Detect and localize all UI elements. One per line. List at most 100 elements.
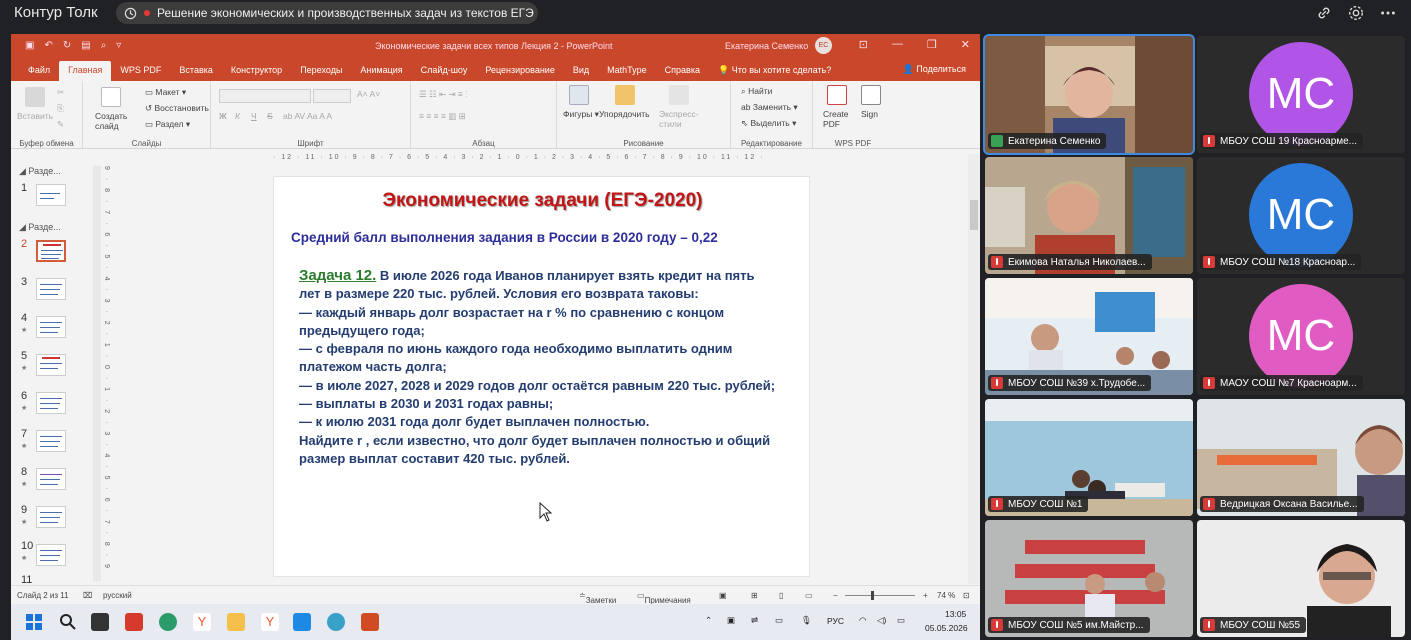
signed-in-user[interactable]: Екатерина Семенко — [725, 41, 808, 51]
tab-slideshow[interactable]: Слайд-шоу — [412, 61, 477, 81]
yandex-icon[interactable]: Y — [261, 613, 279, 631]
tab-design[interactable]: Конструктор — [222, 61, 291, 81]
edge-browser-icon[interactable] — [159, 613, 177, 631]
arrange-icon[interactable] — [615, 85, 635, 105]
restore-icon[interactable]: ❐ — [927, 38, 937, 51]
new-slide-button[interactable]: Создать слайд — [95, 111, 131, 131]
file-explorer-icon[interactable] — [227, 613, 245, 631]
comments-button[interactable]: ▭ Примечания — [637, 591, 691, 604]
sorter-view-icon[interactable]: ⊞ — [751, 591, 758, 600]
sign-button[interactable]: Sign — [861, 109, 878, 119]
participant-tile[interactable]: МБОУ СОШ №1 — [985, 399, 1193, 516]
preview-icon[interactable]: ⌕ — [101, 40, 107, 51]
user-avatar[interactable]: ЕС — [815, 37, 832, 54]
strike-button[interactable]: S — [267, 111, 273, 121]
powerpoint-app-icon[interactable] — [361, 613, 379, 631]
slide-thumbnail-1[interactable] — [36, 184, 66, 206]
italic-button[interactable]: К — [235, 111, 240, 121]
battery-icon[interactable]: ▭ — [897, 615, 905, 626]
font-family-select[interactable] — [219, 89, 311, 103]
slideshow-icon[interactable]: ▤ — [81, 40, 90, 51]
bold-button[interactable]: Ж — [219, 111, 227, 121]
section-header-2[interactable]: ◢ Разде... — [19, 222, 61, 233]
tell-me-search[interactable]: 💡 Что вы хотите сделать? — [709, 61, 840, 81]
tab-help[interactable]: Справка — [656, 61, 709, 81]
link-icon[interactable] — [1315, 4, 1333, 22]
spellcheck-icon[interactable]: ⌧ — [83, 591, 92, 600]
align-icons[interactable]: ≡ ≡ ≡ ≡ ▥ ⊞ — [419, 111, 466, 122]
tab-insert[interactable]: Вставка — [170, 61, 221, 81]
sign-icon[interactable] — [861, 85, 881, 105]
participant-tile[interactable]: МБОУ СОШ №39 х.Трудобе... — [985, 278, 1193, 395]
slide-thumbnail-8[interactable] — [36, 468, 66, 490]
slide-thumbnail-3[interactable] — [36, 278, 66, 300]
task-view-icon[interactable] — [91, 613, 109, 631]
slide-thumbnail-9[interactable] — [36, 506, 66, 528]
close-icon[interactable]: ✕ — [961, 38, 970, 51]
zoom-slider[interactable] — [845, 595, 915, 596]
participant-tile[interactable]: Екимова Наталья Николаев... — [985, 157, 1193, 274]
more-icon[interactable] — [1379, 4, 1397, 22]
undo-icon[interactable]: ↶ — [44, 40, 52, 51]
yandex-browser-icon[interactable]: Y — [193, 613, 211, 631]
slideshow-view-icon[interactable]: ▭ — [805, 591, 813, 600]
participant-tile[interactable]: Ведрицкая Оксана Василье... — [1197, 399, 1405, 516]
slide-thumbnail-4[interactable] — [36, 316, 66, 338]
keyboard-language[interactable]: РУС — [827, 616, 844, 626]
editor-scrollbar[interactable] — [968, 154, 980, 584]
cut-icon[interactable]: ✂ — [57, 87, 64, 98]
zoom-in-button[interactable]: + — [923, 591, 928, 600]
grow-font-icon[interactable]: A˄ A˅ — [357, 89, 380, 99]
font-size-select[interactable] — [313, 89, 351, 103]
replace-button[interactable]: ab Заменить ▾ — [741, 102, 798, 113]
shapes-button[interactable]: Фигуры ▾ — [563, 109, 599, 120]
participant-tile[interactable]: МС МБОУ СОШ 19 Красноарме... — [1197, 36, 1405, 153]
gear-icon[interactable] — [1347, 4, 1365, 22]
share-button[interactable]: 👤 Поделиться — [903, 64, 966, 75]
normal-view-icon[interactable]: ▣ — [719, 591, 727, 600]
slide-thumbnail-5[interactable] — [36, 354, 66, 376]
wifi-icon[interactable]: ◠ — [859, 615, 866, 626]
thumbnails-scrollbar[interactable] — [93, 166, 101, 581]
new-slide-icon[interactable] — [101, 87, 121, 107]
slide-thumbnail-2[interactable] — [36, 240, 66, 262]
tray-app-icon[interactable]: ▣ — [727, 615, 735, 626]
section-header-1[interactable]: ◢ Разде... — [19, 166, 61, 177]
create-pdf-icon[interactable] — [827, 85, 847, 105]
copy-icon[interactable]: ⎘ — [57, 103, 64, 114]
clock-date[interactable]: 05.05.2026 — [925, 623, 968, 633]
layout-button[interactable]: ▭ Макет ▾ — [145, 87, 186, 98]
notes-button[interactable]: ≐ Заметки — [579, 591, 616, 604]
font-effects-icons[interactable]: ab AV Aa A A — [283, 111, 332, 121]
tab-review[interactable]: Рецензирование — [476, 61, 564, 81]
tab-animation[interactable]: Анимация — [351, 61, 411, 81]
tray-equalizer-icon[interactable]: ⇌ — [751, 615, 758, 626]
zoom-level[interactable]: 74 % — [937, 591, 955, 600]
reading-view-icon[interactable]: ▯ — [779, 591, 783, 600]
zoom-app-icon[interactable] — [293, 613, 311, 631]
express-styles-button[interactable]: Экспресс-стили — [659, 109, 701, 129]
fit-slide-icon[interactable]: ⊡ — [963, 591, 970, 600]
microphone-icon[interactable]: 🎙 — [801, 615, 812, 626]
paste-button[interactable]: Вставить — [17, 111, 53, 121]
shapes-icon[interactable] — [569, 85, 589, 105]
arrange-button[interactable]: Упорядочить — [599, 109, 650, 119]
tab-wps-pdf[interactable]: WPS PDF — [111, 61, 170, 81]
slide-thumbnail-7[interactable] — [36, 430, 66, 452]
tab-home[interactable]: Главная — [59, 61, 112, 81]
slide-thumbnail-10[interactable] — [36, 544, 66, 566]
tray-overflow-icon[interactable]: ⌃ — [705, 615, 712, 626]
tab-transitions[interactable]: Переходы — [291, 61, 351, 81]
windows-start-icon[interactable] — [25, 613, 43, 631]
express-styles-icon[interactable] — [669, 85, 689, 105]
paste-icon[interactable] — [25, 87, 45, 107]
tab-view[interactable]: Вид — [564, 61, 598, 81]
reset-button[interactable]: ↺ Восстановить — [145, 103, 209, 114]
participant-tile[interactable]: Екатерина Семенко — [983, 34, 1195, 155]
redo-icon[interactable]: ↻ — [63, 40, 71, 51]
select-button[interactable]: ⇖ Выделить ▾ — [741, 118, 796, 129]
underline-button[interactable]: Ч — [251, 111, 257, 121]
slide-thumbnail-6[interactable] — [36, 392, 66, 414]
zoom-slider-thumb[interactable] — [871, 591, 874, 600]
tab-mathtype[interactable]: MathType — [598, 61, 656, 81]
